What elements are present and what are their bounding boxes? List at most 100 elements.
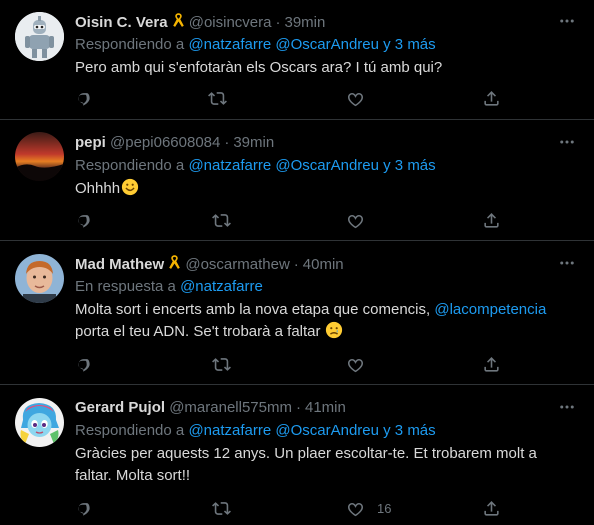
tweet-header: Mad Mathew @oscarmathew · 40min (75, 254, 344, 274)
reply-icon (75, 89, 94, 108)
avatar[interactable] (15, 254, 64, 303)
avatar[interactable] (15, 12, 64, 61)
share-button[interactable] (482, 498, 501, 518)
robot-avatar-icon (15, 12, 64, 61)
share-button[interactable] (482, 88, 501, 108)
tweet[interactable]: pepi @pepi06608084 · 39min Respondiendo a … (0, 121, 594, 241)
heart-icon (346, 211, 365, 230)
more-options-button[interactable] (558, 398, 578, 418)
reply-button[interactable] (75, 354, 94, 374)
like-count: 16 (377, 500, 392, 516)
more-icon (558, 12, 576, 30)
more-icon (558, 133, 576, 151)
user-handle[interactable]: @maranell575mm (169, 399, 292, 416)
reply-mentions[interactable]: @natzafarre @OscarAndreu y 3 más (188, 157, 435, 174)
reply-prefix: Respondiendo a (75, 36, 185, 53)
tweet-header: Gerard Pujol @maranell575mm · 41min (75, 398, 346, 418)
timestamp[interactable]: 41min (305, 399, 346, 416)
tweet-text-part: Molta sort i encerts amb la nova etapa q… (75, 301, 431, 318)
reply-icon (75, 355, 94, 374)
heart-icon (346, 355, 365, 374)
display-name[interactable]: Gerard Pujol (75, 399, 165, 416)
share-icon (482, 499, 501, 518)
cartoon-avatar-icon (15, 398, 64, 447)
separator: · (295, 399, 301, 416)
display-name[interactable]: pepi (75, 134, 106, 151)
share-button[interactable] (482, 210, 501, 230)
share-icon (482, 89, 501, 108)
retweet-button[interactable] (208, 88, 227, 108)
tweet-text: Pero amb qui s'enfotaràn els Oscars ara?… (75, 59, 443, 76)
reply-icon (75, 499, 94, 518)
reply-context: Respondiendo a @natzafarre @OscarAndreu … (75, 421, 436, 441)
timestamp[interactable]: 39min (233, 134, 274, 151)
reply-prefix: En respuesta a (75, 278, 176, 295)
more-options-button[interactable] (558, 12, 578, 32)
retweet-icon (212, 499, 231, 518)
retweet-icon (208, 89, 227, 108)
separator: · (275, 14, 281, 31)
share-icon (482, 211, 501, 230)
like-button[interactable] (346, 210, 365, 230)
share-icon (482, 355, 501, 374)
user-handle[interactable]: @oisincvera (189, 14, 272, 31)
more-options-button[interactable] (558, 254, 578, 274)
heart-icon (346, 89, 365, 108)
more-icon (558, 398, 576, 416)
display-name[interactable]: Oisin C. Vera (75, 14, 168, 31)
separator: · (224, 134, 230, 151)
timeline-feed: Oisin C. Vera @oisincvera · 39min Respondi… (0, 0, 594, 525)
tweet-text-content: Ohhhh (75, 180, 121, 197)
like-button[interactable] (346, 354, 365, 374)
crying-face-icon (325, 321, 342, 339)
text-mention-link[interactable]: @lacompetencia (434, 301, 546, 318)
avatar[interactable] (15, 132, 64, 181)
share-button[interactable] (482, 354, 501, 374)
tweet[interactable]: Gerard Pujol @maranell575mm · 41min Respon… (0, 386, 594, 525)
retweet-button[interactable] (212, 498, 231, 518)
reply-prefix: Respondiendo a (75, 157, 185, 174)
avatar[interactable] (15, 398, 64, 447)
tweet-header: pepi @pepi06608084 · 39min (75, 133, 274, 153)
timestamp[interactable]: 39min (284, 14, 325, 31)
retweet-button[interactable] (212, 354, 231, 374)
tweet-text: Ohhhh (75, 178, 575, 200)
reply-context: Respondiendo a @natzafarre @OscarAndreu … (75, 156, 436, 176)
reply-button[interactable] (75, 210, 94, 230)
tweet-text: Gràcies per aquests 12 anys. Un plaer es… (75, 445, 537, 484)
tweet-text: Molta sort i encerts amb la nova etapa q… (75, 299, 575, 343)
tweet-actions (75, 88, 505, 108)
like-button[interactable] (346, 88, 365, 108)
display-name[interactable]: Mad Mathew (75, 256, 164, 273)
tweet-text-part: porta el teu ADN. Se't trobarà a faltar (75, 323, 321, 340)
portrait-avatar-icon (15, 254, 64, 303)
reply-mentions[interactable]: @natzafarre @OscarAndreu y 3 más (188, 422, 435, 439)
tweet[interactable]: Oisin C. Vera @oisincvera · 39min Respondi… (0, 0, 594, 120)
like-button[interactable]: 16 (346, 498, 391, 518)
tweet[interactable]: Mad Mathew @oscarmathew · 40min En respues… (0, 242, 594, 385)
tweet-actions: 16 (75, 498, 505, 518)
reply-prefix: Respondiendo a (75, 422, 185, 439)
separator: · (293, 256, 299, 273)
reply-mentions[interactable]: @natzafarre @OscarAndreu y 3 más (188, 36, 435, 53)
tweet-actions (75, 210, 505, 230)
reply-context: Respondiendo a @natzafarre @OscarAndreu … (75, 35, 436, 55)
tweet-header: Oisin C. Vera @oisincvera · 39min (75, 12, 325, 32)
timestamp[interactable]: 40min (303, 256, 344, 273)
smiling-face-icon (121, 178, 139, 196)
tweet-actions (75, 354, 505, 374)
reply-mentions[interactable]: @natzafarre (180, 278, 263, 295)
heart-icon (346, 499, 365, 518)
reply-button[interactable] (75, 88, 94, 108)
more-options-button[interactable] (558, 133, 578, 153)
ribbon-icon (172, 12, 185, 35)
reply-context: En respuesta a @natzafarre (75, 277, 263, 297)
retweet-button[interactable] (212, 210, 231, 230)
sunset-avatar-icon (15, 132, 64, 181)
retweet-icon (212, 355, 231, 374)
more-icon (558, 254, 576, 272)
reply-button[interactable] (75, 498, 94, 518)
reply-icon (75, 211, 94, 230)
user-handle[interactable]: @pepi06608084 (110, 134, 220, 151)
user-handle[interactable]: @oscarmathew (185, 256, 289, 273)
